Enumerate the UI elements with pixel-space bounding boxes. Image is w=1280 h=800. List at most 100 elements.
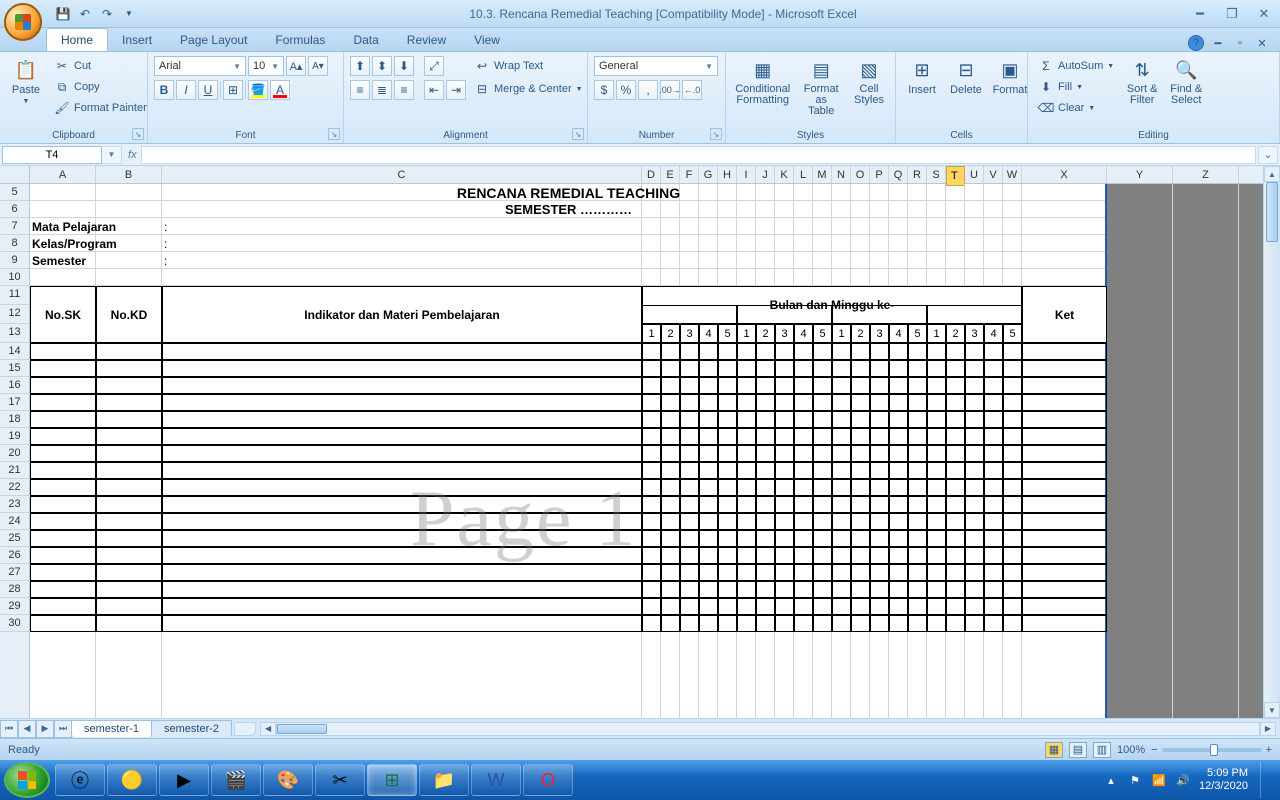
cell-styles-button[interactable]: ▧Cell Styles (849, 56, 889, 108)
align-center-button[interactable]: ≣ (372, 80, 392, 100)
align-top-button[interactable]: ⬆ (350, 56, 370, 76)
border-button[interactable]: ⊞ (223, 80, 243, 100)
delete-cells-button[interactable]: ⊟Delete (946, 56, 986, 98)
new-sheet-button[interactable] (234, 722, 256, 736)
increase-indent-button[interactable]: ⇥ (446, 80, 466, 100)
font-size-select[interactable]: 10▼ (248, 56, 284, 76)
clear-button[interactable]: ⌫Clear▼ (1034, 98, 1118, 118)
qat-undo-icon[interactable]: ↶ (76, 5, 94, 23)
alignment-launcher[interactable]: ↘ (572, 128, 584, 140)
decrease-decimal-button[interactable]: ←.0 (682, 80, 702, 100)
number-launcher[interactable]: ↘ (710, 128, 722, 140)
sort-filter-button[interactable]: ⇅Sort & Filter (1122, 56, 1162, 108)
view-normal-button[interactable]: ▦ (1045, 742, 1063, 758)
scroll-left-button[interactable]: ◀ (260, 722, 276, 736)
show-desktop-button[interactable] (1260, 762, 1272, 798)
align-right-button[interactable]: ≡ (394, 80, 414, 100)
underline-button[interactable]: U (198, 80, 218, 100)
hscroll-thumb[interactable] (277, 724, 327, 734)
fill-button[interactable]: ⬇Fill▼ (1034, 77, 1118, 97)
taskbar-movie-maker[interactable]: 🎬 (211, 764, 261, 796)
copy-button[interactable]: ⧉Copy (50, 77, 151, 97)
fx-icon[interactable]: fx (128, 149, 137, 161)
conditional-formatting-button[interactable]: ▦Conditional Formatting (732, 56, 793, 108)
tab-home[interactable]: Home (46, 28, 108, 51)
qat-save-icon[interactable]: 💾 (54, 5, 72, 23)
taskbar-explorer[interactable]: 📁 (419, 764, 469, 796)
tab-insert[interactable]: Insert (108, 29, 166, 51)
format-painter-button[interactable]: 🖌Format Painter (50, 98, 151, 118)
vscroll-thumb[interactable] (1266, 182, 1278, 242)
sheet-tab-semester-1[interactable]: semester-1 (71, 720, 152, 737)
horizontal-scrollbar[interactable]: ◀ ▶ (260, 722, 1276, 736)
format-as-table-button[interactable]: ▤Format as Table (797, 56, 845, 119)
vertical-scrollbar[interactable]: ▲ ▼ (1263, 166, 1280, 718)
taskbar-snipping[interactable]: ✂ (315, 764, 365, 796)
ribbon-restore-icon[interactable]: ▫ (1232, 35, 1248, 51)
taskbar-media-player[interactable]: ▶ (159, 764, 209, 796)
paste-button[interactable]: 📋 Paste ▼ (6, 56, 46, 107)
ribbon-minimize-icon[interactable]: ━ (1210, 35, 1226, 51)
column-headers[interactable]: ABCDEFGHIJKLMNOPQRSTUVWXYZ (30, 166, 1263, 184)
number-format-select[interactable]: General▼ (594, 56, 718, 76)
scroll-right-button[interactable]: ▶ (1260, 722, 1276, 736)
taskbar-chrome[interactable]: 🟡 (107, 764, 157, 796)
align-bottom-button[interactable]: ⬇ (394, 56, 414, 76)
taskbar-opera[interactable]: O (523, 764, 573, 796)
view-page-layout-button[interactable]: ▤ (1069, 742, 1087, 758)
taskbar-clock[interactable]: 5:09 PM 12/3/2020 (1199, 767, 1248, 793)
grow-font-button[interactable]: A▴ (286, 56, 306, 76)
scroll-down-button[interactable]: ▼ (1264, 702, 1280, 718)
tray-show-hidden-icon[interactable]: ▴ (1103, 772, 1119, 788)
close-icon[interactable]: ✕ (1252, 6, 1276, 22)
tab-page-layout[interactable]: Page Layout (166, 29, 261, 51)
tray-volume-icon[interactable]: 🔊 (1175, 772, 1191, 788)
formula-input[interactable] (141, 146, 1256, 164)
zoom-slider[interactable] (1162, 748, 1262, 752)
taskbar-ie[interactable]: ⓔ (55, 764, 105, 796)
taskbar-excel[interactable]: ⊞ (367, 764, 417, 796)
increase-decimal-button[interactable]: .00→ (660, 80, 680, 100)
find-select-button[interactable]: 🔍Find & Select (1166, 56, 1206, 108)
sheet-nav-first[interactable]: ⏮ (0, 720, 18, 738)
merge-center-button[interactable]: ⊟Merge & Center▼ (470, 79, 587, 99)
wrap-text-button[interactable]: ↩Wrap Text (470, 56, 587, 76)
minimize-icon[interactable]: ━ (1188, 6, 1212, 22)
maximize-icon[interactable]: ❐ (1220, 6, 1244, 22)
format-cells-button[interactable]: ▣Format (990, 56, 1030, 98)
formula-expand[interactable]: ⌄ (1258, 146, 1278, 164)
tray-flag-icon[interactable]: ⚑ (1127, 772, 1143, 788)
taskbar-paint[interactable]: 🎨 (263, 764, 313, 796)
taskbar-word[interactable]: W (471, 764, 521, 796)
comma-button[interactable]: , (638, 80, 658, 100)
autosum-button[interactable]: ΣAutoSum▼ (1034, 56, 1118, 76)
tab-data[interactable]: Data (339, 29, 392, 51)
align-left-button[interactable]: ≡ (350, 80, 370, 100)
decrease-indent-button[interactable]: ⇤ (424, 80, 444, 100)
name-box[interactable] (2, 146, 102, 164)
row-headers[interactable]: 5678910111213141516171819202122232425262… (0, 184, 30, 718)
qat-redo-icon[interactable]: ↷ (98, 5, 116, 23)
namebox-dropdown[interactable]: ▼ (102, 146, 122, 164)
scroll-up-button[interactable]: ▲ (1264, 166, 1280, 182)
orientation-button[interactable]: ⤢ (424, 56, 444, 76)
sheet-nav-next[interactable]: ▶ (36, 720, 54, 738)
tab-view[interactable]: View (460, 29, 514, 51)
shrink-font-button[interactable]: A▾ (308, 56, 328, 76)
sheet-tab-semester-2[interactable]: semester-2 (151, 720, 232, 737)
font-launcher[interactable]: ↘ (328, 128, 340, 140)
zoom-out-button[interactable]: − (1151, 744, 1157, 756)
sheet-nav-last[interactable]: ⏭ (54, 720, 72, 738)
help-icon[interactable]: ? (1188, 35, 1204, 51)
ribbon-close-icon[interactable]: ✕ (1254, 35, 1270, 51)
cut-button[interactable]: ✂Cut (50, 56, 151, 76)
qat-customize-icon[interactable]: ▼ (120, 5, 138, 23)
italic-button[interactable]: I (176, 80, 196, 100)
zoom-in-button[interactable]: + (1266, 744, 1272, 756)
clipboard-launcher[interactable]: ↘ (132, 128, 144, 140)
tab-review[interactable]: Review (393, 29, 460, 51)
fill-color-button[interactable]: 🪣 (248, 80, 268, 100)
align-middle-button[interactable]: ⬍ (372, 56, 392, 76)
office-button[interactable] (4, 3, 42, 41)
font-name-select[interactable]: Arial▼ (154, 56, 246, 76)
